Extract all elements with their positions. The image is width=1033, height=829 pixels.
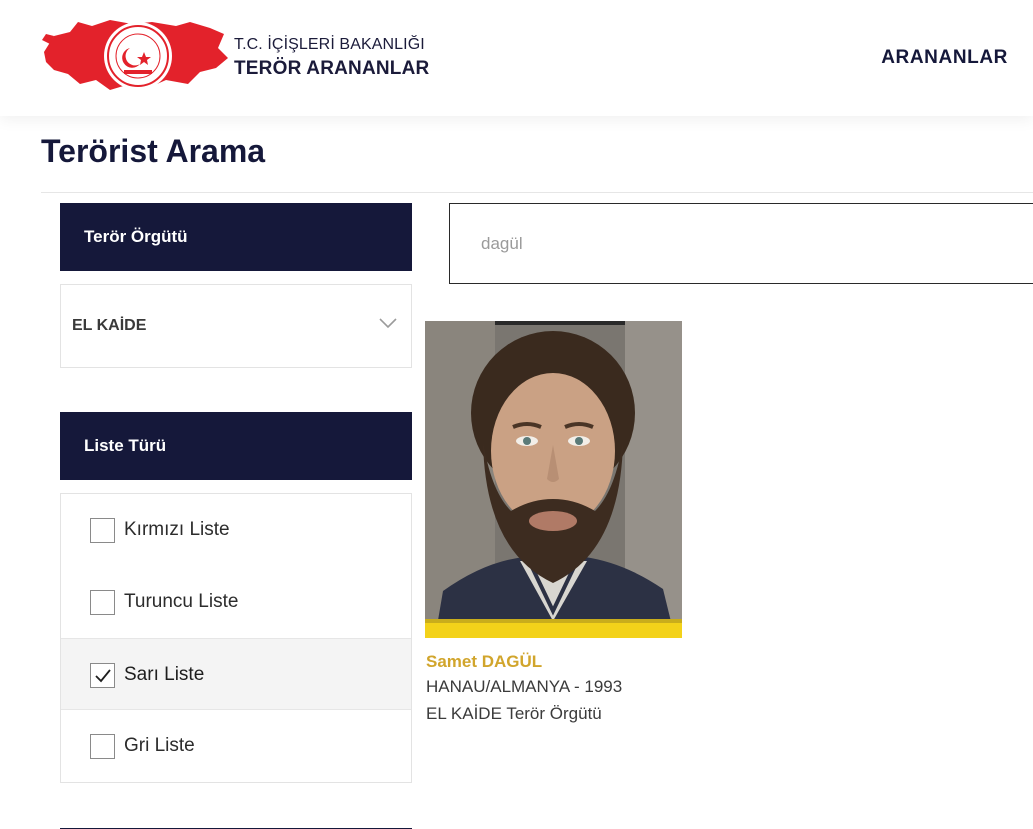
organization-filter-heading: Terör Örgütü bbox=[60, 203, 412, 271]
list-type-label: Turuncu Liste bbox=[124, 591, 239, 612]
list-type-option-red[interactable]: Kırmızı Liste bbox=[61, 494, 411, 566]
suspect-photo[interactable] bbox=[425, 321, 682, 638]
title-divider bbox=[41, 192, 1033, 193]
list-type-option-yellow[interactable]: Sarı Liste bbox=[61, 638, 411, 710]
organization-select-value: EL KAİDE bbox=[72, 317, 147, 334]
list-type-label: Gri Liste bbox=[124, 735, 195, 756]
chevron-down-icon bbox=[379, 318, 397, 329]
list-type-label: Sarı Liste bbox=[124, 664, 205, 685]
ministry-logo[interactable] bbox=[40, 14, 230, 100]
checkmark-icon bbox=[95, 669, 111, 683]
site-title[interactable]: TERÖR ARANANLAR bbox=[234, 58, 429, 80]
suspect-organization: EL KAİDE Terör Örgütü bbox=[426, 704, 602, 723]
search-input[interactable] bbox=[449, 203, 1033, 284]
list-type-options: Kırmızı Liste Turuncu Liste Sarı Liste G… bbox=[60, 493, 412, 783]
checkbox-yellow[interactable] bbox=[90, 663, 115, 688]
checkbox-gray[interactable] bbox=[90, 734, 115, 759]
checkbox-red[interactable] bbox=[90, 518, 115, 543]
checkbox-orange[interactable] bbox=[90, 590, 115, 615]
ministry-name: T.C. İÇİŞLERİ BAKANLIĞI bbox=[234, 36, 425, 53]
list-type-option-orange[interactable]: Turuncu Liste bbox=[61, 566, 411, 638]
nav-wanted-link[interactable]: ARANANLAR bbox=[881, 47, 1008, 69]
list-type-option-gray[interactable]: Gri Liste bbox=[61, 710, 411, 782]
suspect-name[interactable]: Samet DAGÜL bbox=[426, 652, 542, 672]
page-title: Terörist Arama bbox=[41, 133, 266, 169]
list-type-filter-heading: Liste Türü bbox=[60, 412, 412, 480]
list-type-label: Kırmızı Liste bbox=[124, 519, 230, 540]
organization-select[interactable]: EL KAİDE bbox=[60, 284, 412, 368]
suspect-portrait-image bbox=[425, 321, 682, 638]
suspect-origin: HANAU/ALMANYA - 1993 bbox=[426, 677, 623, 696]
site-header: T.C. İÇİŞLERİ BAKANLIĞI TERÖR ARANANLAR … bbox=[0, 0, 1033, 116]
turkey-map-logo-icon bbox=[42, 20, 228, 90]
